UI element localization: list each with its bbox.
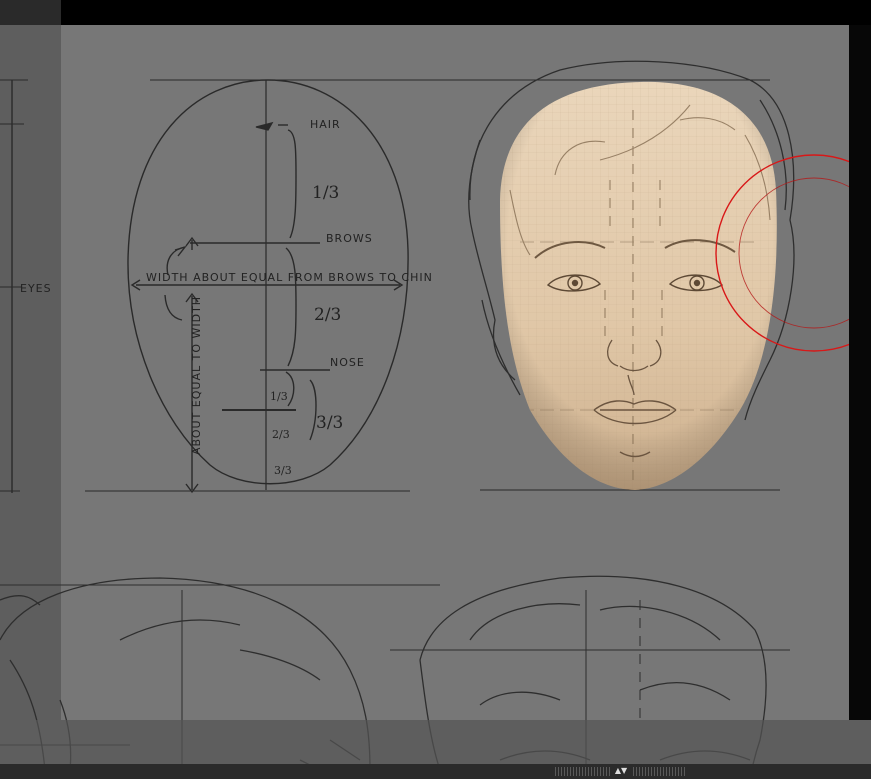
- sculpt-viewport[interactable]: EYES HAIR BROWS NOSE WIDTH ABOUT EQUAL F…: [0, 0, 871, 779]
- fraction-small-2: 2/3: [272, 428, 290, 441]
- label-eyes: EYES: [20, 282, 52, 295]
- top-toolbar-strip: [0, 0, 871, 25]
- fraction-middle: 2/3: [314, 305, 341, 325]
- expand-arrows-icon[interactable]: ▲▼: [610, 766, 632, 776]
- fraction-upper: 1/3: [312, 183, 339, 203]
- label-about-equal: ABOUT EQUAL TO WIDTH: [190, 296, 203, 455]
- label-width-equal: WIDTH ABOUT EQUAL FROM BROWS TO CHIN: [146, 271, 433, 284]
- bottom-panel-strip: [0, 764, 871, 779]
- fraction-small-3: 3/3: [274, 464, 292, 477]
- right-side-panel: [849, 25, 871, 720]
- fraction-small-1: 1/3: [270, 390, 288, 403]
- label-hair: HAIR: [310, 118, 341, 131]
- label-nose: NOSE: [330, 356, 365, 369]
- label-brows: BROWS: [326, 232, 373, 245]
- viewport-lower-band: [0, 720, 849, 764]
- fraction-lower: 3/3: [316, 413, 343, 433]
- top-left-panel: [0, 0, 61, 25]
